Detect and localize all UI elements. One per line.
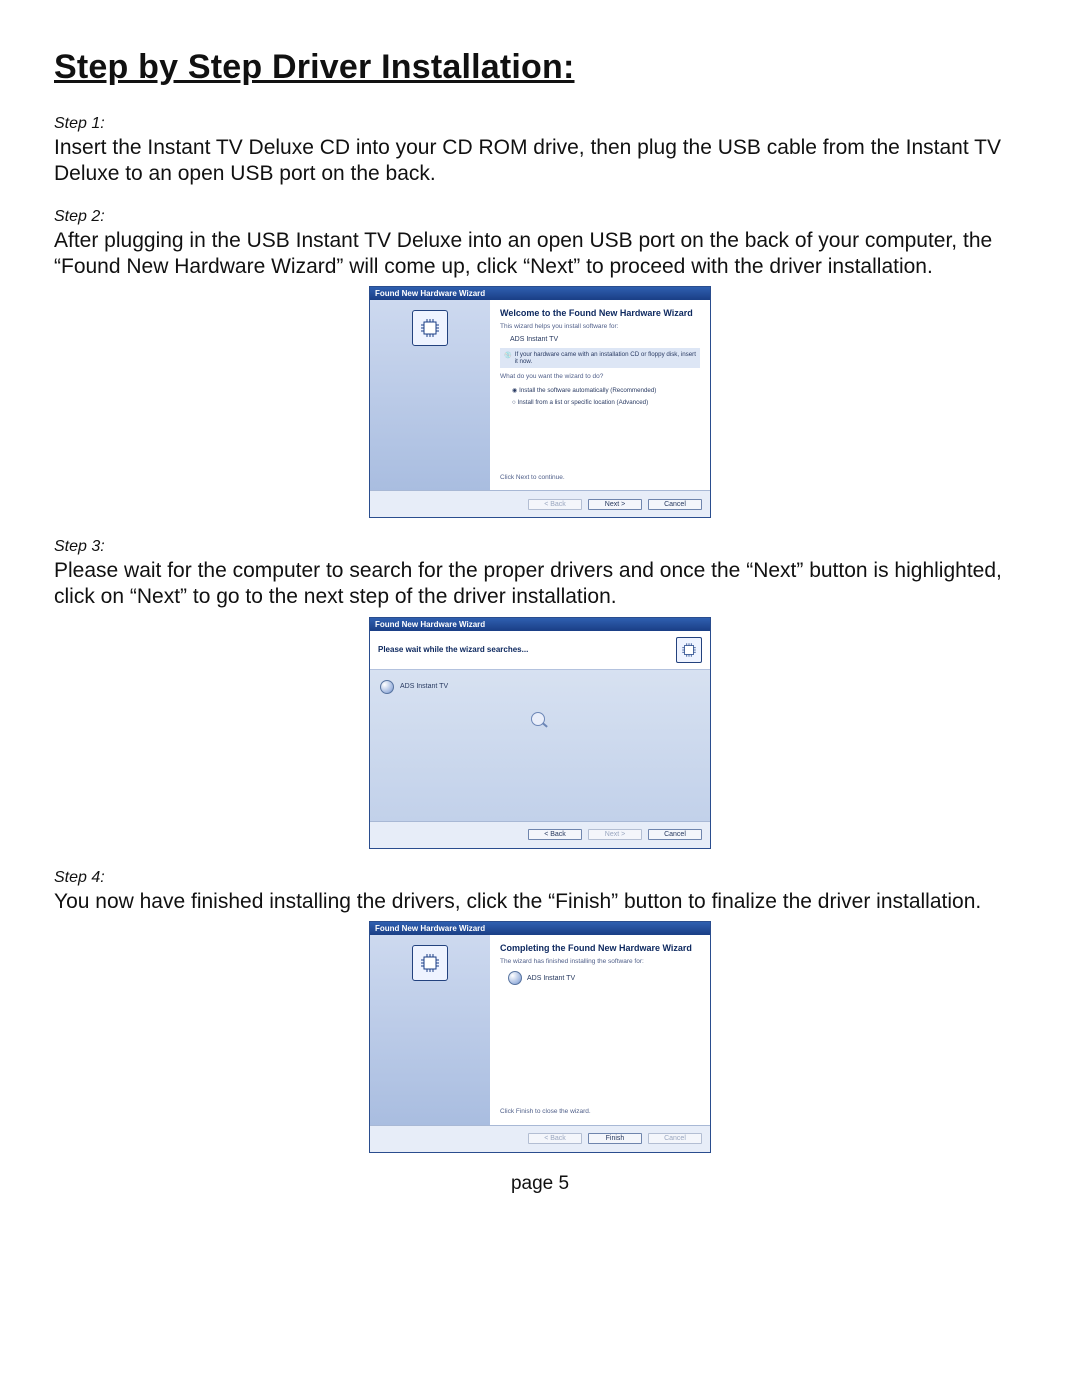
back-button: < Back [528,499,582,510]
wizard-device-line: ADS Instant TV [380,680,700,694]
search-icon [531,712,549,730]
hardware-icon [412,945,448,981]
chip-icon [418,316,442,340]
step-3-label: Step 3: [54,538,1026,556]
wizard-device: ADS Instant TV [527,975,575,982]
page-title: Step by Step Driver Installation: [54,48,1026,87]
wizard-subtext: The wizard has finished installing the s… [500,958,700,966]
wizard-footer: < Back Next > Cancel [370,821,710,848]
step-2-label: Step 2: [54,208,1026,226]
wizard-subtext: This wizard helps you install software f… [500,323,700,331]
wizard-device-line: ADS Instant TV [508,971,700,985]
wizard-header-strip: Please wait while the wizard searches... [370,631,710,670]
wizard-heading: Please wait while the wizard searches... [378,645,528,654]
back-button[interactable]: < Back [528,829,582,840]
next-button[interactable]: Next > [588,499,642,510]
wizard-heading: Completing the Found New Hardware Wizard [500,943,700,953]
wizard-titlebar: Found New Hardware Wizard [370,618,710,631]
wizard-prompt: What do you want the wizard to do? [500,373,700,381]
step-1-body: Insert the Instant TV Deluxe CD into you… [54,135,1026,188]
wizard-body: ADS Instant TV [370,670,710,821]
step-3-body: Please wait for the computer to search f… [54,558,1026,611]
wizard-panel: Completing the Found New Hardware Wizard… [490,935,710,1125]
device-icon [380,680,394,694]
back-button: < Back [528,1133,582,1144]
wizard-sidebar [370,935,490,1125]
finish-button[interactable]: Finish [588,1133,642,1144]
step-1-label: Step 1: [54,115,1026,133]
wizard-footer: < Back Finish Cancel [370,1125,710,1152]
chip-icon [418,951,442,975]
wizard-option-advanced[interactable]: ○ Install from a list or specific locati… [512,399,700,406]
cancel-button: Cancel [648,1133,702,1144]
wizard-heading: Welcome to the Found New Hardware Wizard [500,308,700,318]
next-button: Next > [588,829,642,840]
wizard-completing: Found New Hardware Wizard Completing the… [369,921,711,1153]
step-4-label: Step 4: [54,869,1026,887]
device-icon [508,971,522,985]
wizard-cd-hint: 💿 If your hardware came with an installa… [500,348,700,368]
wizard-titlebar: Found New Hardware Wizard [370,922,710,935]
cancel-button[interactable]: Cancel [648,499,702,510]
page-number: page 5 [54,1173,1026,1195]
wizard-panel: Welcome to the Found New Hardware Wizard… [490,300,710,490]
wizard-device: ADS Instant TV [400,683,448,690]
wizard-searching: Found New Hardware Wizard Please wait wh… [369,617,711,849]
wizard-sidebar [370,300,490,490]
step-4-body: You now have finished installing the dri… [54,889,1026,915]
step-2-body: After plugging in the USB Instant TV Del… [54,228,1026,281]
wizard-footer: < Back Next > Cancel [370,490,710,517]
chip-icon [680,641,698,659]
hardware-icon [676,637,702,663]
cd-icon: 💿 [504,351,512,359]
hardware-icon [412,310,448,346]
cancel-button[interactable]: Cancel [648,829,702,840]
wizard-titlebar: Found New Hardware Wizard [370,287,710,300]
wizard-continue-hint: Click Next to continue. [500,474,700,482]
wizard-option-auto[interactable]: ◉ Install the software automatically (Re… [512,387,700,394]
wizard-device: ADS Instant TV [510,336,700,343]
wizard-continue-hint: Click Finish to close the wizard. [500,1108,700,1116]
wizard-option-auto-label: Install the software automatically (Reco… [519,387,656,394]
wizard-welcome: Found New Hardware Wizard Welcome to the… [369,286,711,518]
wizard-option-advanced-label: Install from a list or specific location… [517,399,648,406]
wizard-cd-hint-text: If your hardware came with an installati… [515,351,696,365]
